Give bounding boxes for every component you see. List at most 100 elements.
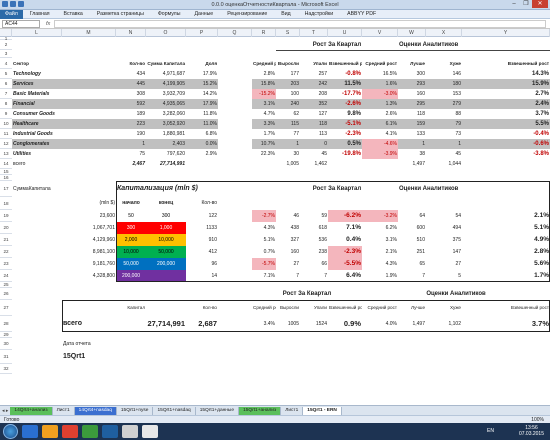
sector-name: Consumer Goods — [13, 111, 55, 117]
row-header[interactable]: 14 — [0, 159, 12, 169]
column-header[interactable]: S — [276, 29, 300, 37]
worksheet-grid[interactable]: LMNOPQRSTUVWXY 1 2 3 4 5 6 7 8 9 10 11 12 13 14 15 16 17… — [0, 29, 550, 405]
column-header[interactable]: M — [62, 29, 116, 37]
row-header[interactable]: 30 — [0, 338, 12, 350]
taskbar-app-icon-1[interactable] — [42, 425, 58, 438]
column-header[interactable]: X — [426, 29, 462, 37]
tab-nav-icon[interactable]: ◂ ▸ — [0, 408, 10, 414]
row-header[interactable]: 31 — [0, 350, 12, 364]
row-header[interactable]: 8 — [0, 99, 12, 109]
quick-access-toolbar[interactable] — [2, 1, 24, 7]
row-header[interactable]: 27 — [0, 300, 12, 316]
file-tab[interactable]: Файл — [0, 9, 23, 19]
sector-cell: 79 — [426, 119, 462, 129]
column-header[interactable]: W — [398, 29, 426, 37]
column-header[interactable]: R — [252, 29, 276, 37]
sheet-tab-3[interactable]: 15Qrt1+nyse — [117, 406, 154, 415]
row-header[interactable]: 19 — [0, 210, 12, 222]
row-header[interactable]: 2 — [0, 40, 12, 50]
sector-total-up: 1,005 — [286, 161, 299, 167]
sector-cell: 9.8% — [347, 111, 361, 117]
sector-cell: 146 — [452, 71, 461, 77]
formula-input[interactable] — [54, 19, 546, 28]
row-header[interactable]: 9 — [0, 109, 12, 119]
sheet-tab-4[interactable]: 15Qrt1+nasdaq — [153, 406, 196, 415]
sector-header-2: Сумма Капитала — [147, 61, 185, 66]
save-icon[interactable] — [10, 1, 16, 7]
row-header[interactable]: 3 — [0, 50, 12, 58]
taskbar-app-icon-0[interactable] — [22, 425, 38, 438]
row-header[interactable]: 13 — [0, 149, 12, 159]
row-header[interactable]: 24 — [0, 270, 12, 282]
taskbar-app-icon-6[interactable] — [142, 425, 158, 438]
sector-cell: 2.7% — [535, 91, 549, 97]
sector-name: Conglomerates — [12, 139, 116, 149]
row-header[interactable]: 17 — [0, 181, 12, 197]
taskbar-app-icon-5[interactable] — [122, 425, 138, 438]
report-date-value[interactable]: 15Qrt1 — [62, 350, 146, 364]
sector-total-label: всего — [13, 161, 26, 167]
column-header[interactable]: V — [362, 29, 398, 37]
menu-item-8[interactable]: ABBYY PDF — [340, 11, 383, 17]
sheet-tab-8[interactable]: 15Qrt1 - ERN — [303, 406, 342, 415]
column-headers: LMNOPQRSTUVWXY — [0, 29, 550, 37]
row-header[interactable]: 6 — [0, 79, 12, 89]
row-header[interactable]: 32 — [0, 364, 12, 374]
menu-item-7[interactable]: Надстройки — [298, 11, 340, 17]
row-header[interactable]: 26 — [0, 288, 12, 300]
cap-sum-cell: 4,328,800 — [92, 273, 115, 279]
sector-cell: 1 — [116, 139, 146, 149]
taskbar-app-icon-3[interactable] — [82, 425, 98, 438]
row-header[interactable]: 18 — [0, 197, 12, 210]
fx-icon[interactable]: fx — [46, 21, 50, 27]
row-header[interactable]: 10 — [0, 119, 12, 129]
row-header[interactable]: 20 — [0, 222, 12, 234]
name-box[interactable]: AC44 — [2, 19, 40, 28]
row-header[interactable]: 21 — [0, 234, 12, 246]
row-header[interactable]: 11 — [0, 129, 12, 139]
start-button[interactable] — [3, 424, 18, 439]
taskbar-app-icon-2[interactable] — [62, 425, 78, 438]
menu-item-0[interactable]: Главная — [23, 11, 57, 17]
sheet-tab-6[interactable]: 15Qrt1+анализ — [239, 406, 282, 415]
row-header[interactable]: 12 — [0, 139, 12, 149]
row-header[interactable]: 7 — [0, 89, 12, 99]
column-header[interactable]: T — [300, 29, 328, 37]
language-indicator[interactable]: EN — [487, 428, 494, 434]
close-button[interactable]: ✕ — [532, 0, 548, 8]
column-header[interactable]: N — [116, 29, 146, 37]
menu-item-3[interactable]: Формулы — [151, 11, 188, 17]
sector-cell: 352 — [300, 99, 328, 109]
column-header[interactable]: P — [186, 29, 218, 37]
minimize-button[interactable]: – — [508, 0, 520, 8]
row-header[interactable]: 5 — [0, 69, 12, 79]
report-date-label: Дата отчета — [63, 341, 91, 347]
menu-item-6[interactable]: Вид — [274, 11, 297, 17]
column-header[interactable]: U — [328, 29, 362, 37]
column-header[interactable]: Y — [462, 29, 550, 37]
row-header[interactable]: 4 — [0, 58, 12, 69]
sector-cell: 2.4% — [462, 99, 550, 109]
menu-item-4[interactable]: Данные — [187, 11, 220, 17]
sheet-tab-0[interactable]: 14Qrt4+анализ — [10, 406, 53, 415]
sheet-tab-7[interactable]: Лист1 — [281, 406, 304, 415]
column-header[interactable]: O — [146, 29, 186, 37]
undo-icon[interactable] — [18, 1, 24, 7]
row-header[interactable]: 22 — [0, 246, 12, 258]
sheet-tab-2[interactable]: 14Qrt4+nasdaq — [74, 406, 117, 415]
sector-cell: 11.8% — [203, 111, 217, 117]
menu-item-5[interactable]: Рецензирование — [220, 11, 274, 17]
row-header[interactable]: 28 — [0, 316, 12, 332]
column-header[interactable]: Q — [218, 29, 252, 37]
column-header[interactable]: L — [12, 29, 62, 37]
clock[interactable]: 13:56 07.03.2015 — [519, 425, 544, 437]
sector-total-down: 1,462 — [314, 161, 327, 167]
sheet-tab-1[interactable]: Лист1 — [53, 406, 75, 415]
sector-header-4: Средний рост — [253, 61, 276, 66]
menu-item-2[interactable]: Разметка страницы — [90, 11, 151, 17]
row-header[interactable]: 23 — [0, 258, 12, 270]
taskbar-app-icon-4[interactable] — [102, 425, 118, 438]
maximize-button[interactable]: ❐ — [520, 0, 532, 8]
sheet-tab-5[interactable]: 15Qrt1+данные — [196, 406, 240, 415]
menu-item-1[interactable]: Вставка — [57, 11, 90, 17]
